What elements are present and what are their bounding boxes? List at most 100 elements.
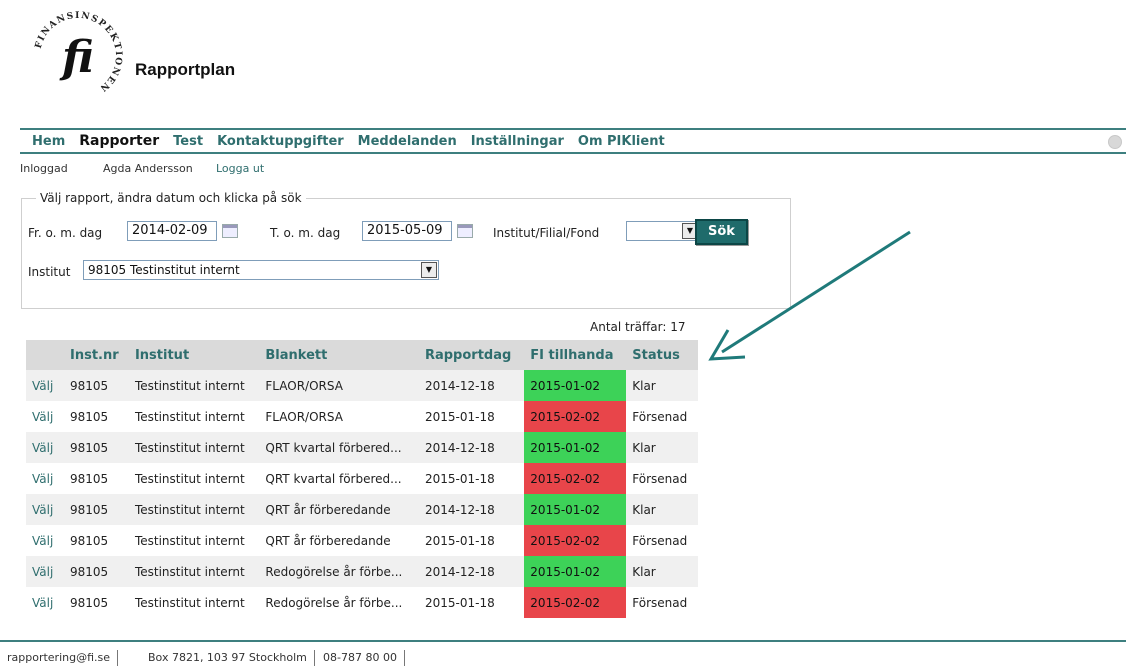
cell-rapportdag: 2015-01-18 (424, 409, 495, 424)
select-row-link[interactable]: Välj (26, 432, 64, 463)
cell-inst-nr: 98105 (70, 595, 109, 610)
cell-inst-nr: 98105 (70, 409, 109, 424)
cell-institut: Testinstitut internt (134, 533, 245, 548)
cell-institut: Testinstitut internt (128, 432, 260, 463)
footer: rapportering@fi.se Box 7821, 103 97 Stoc… (0, 640, 1126, 666)
select-row-link[interactable]: Välj (26, 494, 64, 525)
calendar-icon[interactable] (457, 224, 473, 238)
search-legend: Välj rapport, ändra datum och klicka på … (40, 191, 302, 205)
select-row-link[interactable]: Välj (26, 587, 64, 618)
menu-item-test[interactable]: Test (173, 134, 203, 149)
hit-count: Antal träffar: 17 (590, 320, 686, 334)
cell-rapportdag: 2014-12-18 (418, 494, 525, 525)
col-header-institut[interactable]: Institut (128, 340, 260, 370)
footer-address: Box 7821, 103 97 Stockholm (141, 650, 315, 666)
search-button[interactable]: Sök (695, 219, 748, 245)
cell-institut: Testinstitut internt (128, 494, 260, 525)
cell-blankett: Redogörelse år förbe... (259, 556, 419, 587)
select-row-link[interactable]: Välj (26, 463, 64, 494)
cell-fi-tillhanda: 2015-01-02 (524, 556, 627, 587)
table-row: Välj 98105 Testinstitut internt FLAOR/OR… (26, 370, 698, 401)
table-header-row: Inst.nr Institut Blankett Rapportdag FI … (26, 340, 698, 370)
cell-blankett: Redogörelse år förbe... (265, 595, 403, 610)
cell-fi-tillhanda: 2015-02-02 (524, 525, 627, 556)
cell-rapportdag: 2014-12-18 (418, 432, 525, 463)
logout-link[interactable]: Logga ut (216, 162, 264, 175)
footer-phone: 08-787 80 00 (316, 650, 405, 666)
results-table: Inst.nr Institut Blankett Rapportdag FI … (26, 340, 698, 618)
search-panel: Välj rapport, ändra datum och klicka på … (21, 191, 791, 309)
cell-inst-nr: 98105 (70, 471, 109, 486)
col-header-blankett[interactable]: Blankett (259, 340, 419, 370)
table-row: Välj 98105 Testinstitut internt Redogöre… (26, 587, 698, 618)
col-header-rapportdag[interactable]: Rapportdag (418, 340, 525, 370)
menu-item-meddelanden[interactable]: Meddelanden (358, 134, 457, 149)
cell-blankett: QRT år förberedande (259, 494, 419, 525)
to-date-label: T. o. m. dag (270, 226, 341, 240)
cell-fi-tillhanda: 2015-01-02 (524, 432, 627, 463)
menu-item-rapporter[interactable]: Rapporter (79, 133, 159, 149)
cell-inst-nr: 98105 (64, 432, 129, 463)
institut-label: Institut (28, 265, 71, 279)
cell-institut: Testinstitut internt (128, 556, 260, 587)
table-row: Välj 98105 Testinstitut internt FLAOR/OR… (26, 401, 698, 432)
menu-item-kontaktuppgifter[interactable]: Kontaktuppgifter (217, 134, 344, 149)
cell-inst-nr: 98105 (64, 370, 129, 401)
entity-label: Institut/Filial/Fond (493, 226, 600, 240)
col-header-fi-tillhanda[interactable]: FI tillhanda (524, 340, 627, 370)
col-header-inst-nr[interactable]: Inst.nr (64, 340, 129, 370)
select-row-link[interactable]: Välj (26, 401, 64, 432)
select-row-link[interactable]: Välj (26, 556, 64, 587)
cell-fi-tillhanda: 2015-01-02 (524, 370, 627, 401)
fi-monogram: fi (59, 32, 94, 83)
cell-rapportdag: 2014-12-18 (418, 370, 525, 401)
cell-rapportdag: 2014-12-18 (418, 556, 525, 587)
menu-item-installningar[interactable]: Inställningar (471, 134, 564, 149)
institut-select-value: 98105 Testinstitut internt (88, 263, 240, 277)
app-title: Rapportplan (135, 60, 236, 79)
cell-status: Klar (626, 556, 698, 587)
cell-status: Försenad (632, 533, 688, 548)
cell-fi-tillhanda: 2015-02-02 (524, 587, 627, 618)
cell-status: Försenad (632, 409, 688, 424)
table-row: Välj 98105 Testinstitut internt QRT år f… (26, 525, 698, 556)
cell-status: Försenad (632, 595, 688, 610)
cell-institut: Testinstitut internt (134, 409, 245, 424)
from-date-label: Fr. o. m. dag (28, 226, 103, 240)
cell-inst-nr: 98105 (64, 556, 129, 587)
cell-institut: Testinstitut internt (134, 471, 245, 486)
cell-inst-nr: 98105 (64, 494, 129, 525)
cell-blankett: QRT år förberedande (265, 533, 391, 548)
select-row-link[interactable]: Välj (26, 525, 64, 556)
cell-fi-tillhanda: 2015-01-02 (524, 494, 627, 525)
chevron-down-icon[interactable]: ▼ (421, 262, 437, 278)
status-circle-icon (1108, 135, 1122, 149)
cell-rapportdag: 2015-01-18 (424, 533, 495, 548)
cell-status: Försenad (632, 471, 688, 486)
table-row: Välj 98105 Testinstitut internt QRT kvar… (26, 463, 698, 494)
cell-institut: Testinstitut internt (134, 595, 245, 610)
menu-item-hem[interactable]: Hem (32, 134, 65, 149)
col-header-status[interactable]: Status (626, 340, 698, 370)
cell-blankett: QRT kvartal förbered... (265, 471, 402, 486)
cell-inst-nr: 98105 (70, 533, 109, 548)
cell-rapportdag: 2015-01-18 (424, 595, 495, 610)
fi-logo: FINANSINSPEKTIONEN fi (34, 11, 122, 94)
footer-email[interactable]: rapportering@fi.se (0, 650, 119, 666)
select-row-link[interactable]: Välj (26, 370, 64, 401)
cell-status: Klar (626, 432, 698, 463)
from-date-input[interactable]: 2014-02-09 (127, 221, 217, 241)
cell-status: Klar (626, 370, 698, 401)
logged-in-user: Agda Andersson (103, 162, 193, 175)
to-date-input[interactable]: 2015-05-09 (362, 221, 452, 241)
entity-select[interactable]: ▼ (626, 221, 700, 241)
institut-select[interactable]: 98105 Testinstitut internt ▼ (83, 260, 439, 280)
cell-institut: Testinstitut internt (128, 370, 260, 401)
cell-fi-tillhanda: 2015-02-02 (524, 463, 627, 494)
table-row: Välj 98105 Testinstitut internt QRT kvar… (26, 432, 698, 463)
calendar-icon[interactable] (222, 224, 238, 238)
cell-blankett: FLAOR/ORSA (265, 409, 343, 424)
menu-item-om-piklient[interactable]: Om PIKlient (578, 134, 665, 149)
col-header-action (26, 340, 64, 370)
cell-fi-tillhanda: 2015-02-02 (524, 401, 627, 432)
